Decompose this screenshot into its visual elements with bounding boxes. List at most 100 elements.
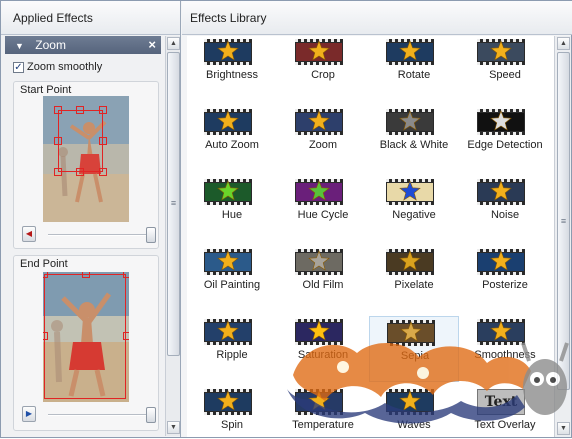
effect-item[interactable]: Auto Zoom	[187, 106, 277, 172]
crop-handle[interactable]	[99, 168, 107, 176]
film-perforation	[477, 272, 525, 275]
effect-item[interactable]: Hue Cycle	[278, 176, 368, 242]
effect-item[interactable]: Pixelate	[369, 246, 459, 312]
film-thumbnail-icon	[204, 389, 252, 415]
collapse-icon[interactable]: ▼	[15, 41, 24, 51]
start-crop-rect[interactable]	[58, 110, 103, 172]
effect-item[interactable]: Smoothness	[460, 316, 550, 382]
applied-effects-panel: Applied Effects ▼ Zoom × ✓ Zoom smoothly…	[1, 1, 181, 437]
applied-effect-label: Zoom	[35, 38, 66, 52]
effects-library-title: Effects Library	[182, 1, 572, 35]
film-thumbnail-icon	[204, 249, 252, 275]
crop-handle[interactable]	[54, 168, 62, 176]
effect-item[interactable]: Spin	[187, 386, 277, 437]
left-scrollbar-thumb[interactable]: ≡	[167, 52, 180, 356]
effect-label: Oil Painting	[203, 279, 261, 291]
effect-label: Ripple	[216, 349, 248, 361]
film-thumbnail-icon	[295, 109, 343, 135]
effect-item[interactable]: Oil Painting	[187, 246, 277, 312]
crop-handle[interactable]	[76, 106, 84, 114]
zoom-smoothly-option[interactable]: ✓ Zoom smoothly	[13, 61, 102, 73]
effect-item[interactable]: Sepia	[369, 316, 459, 382]
end-crop-rect[interactable]	[44, 274, 126, 399]
effect-item[interactable]: Rotate	[369, 36, 459, 102]
effect-item[interactable]: Negative	[369, 176, 459, 242]
star-icon	[217, 320, 239, 341]
crop-handle[interactable]	[43, 272, 48, 278]
crop-handle[interactable]	[43, 332, 48, 340]
effect-item[interactable]: Crop	[278, 36, 368, 102]
film-perforation	[204, 272, 252, 275]
star-icon	[217, 390, 239, 411]
crop-handle[interactable]	[99, 137, 107, 145]
end-slider-track[interactable]	[48, 414, 150, 416]
effect-item[interactable]: Temperature	[278, 386, 368, 437]
effect-label: Noise	[490, 209, 520, 221]
effect-item[interactable]: Edge Detection	[460, 106, 550, 172]
applied-effect-header-zoom[interactable]: ▼ Zoom ×	[5, 36, 161, 54]
crop-handle[interactable]	[82, 272, 90, 278]
film-perforation	[386, 62, 434, 65]
film-thumbnail-icon	[386, 389, 434, 415]
film-perforation	[295, 412, 343, 415]
film-perforation	[386, 412, 434, 415]
effect-item[interactable]: Posterize	[460, 246, 550, 312]
effect-item[interactable]: Brightness	[187, 36, 277, 102]
effect-item[interactable]: Old Film	[278, 246, 368, 312]
star-icon	[308, 250, 330, 271]
film-thumbnail-icon	[477, 109, 525, 135]
star-icon	[399, 180, 421, 201]
film-perforation	[477, 62, 525, 65]
star-icon	[217, 40, 239, 61]
film-perforation	[386, 272, 434, 275]
film-thumbnail-icon	[477, 249, 525, 275]
library-scrollbar[interactable]: ▲ ≡ ▼	[554, 36, 571, 437]
crop-handle[interactable]	[123, 332, 129, 340]
scroll-down-icon[interactable]: ▼	[167, 421, 180, 434]
film-perforation	[204, 62, 252, 65]
star-icon	[399, 110, 421, 131]
crop-handle[interactable]	[123, 272, 129, 278]
end-point-title: End Point	[20, 258, 68, 270]
scroll-up-icon[interactable]: ▲	[167, 37, 180, 50]
film-thumbnail-icon	[204, 109, 252, 135]
scroll-up-icon[interactable]: ▲	[557, 37, 570, 50]
effect-item[interactable]: Waves	[369, 386, 459, 437]
effect-item[interactable]: Zoom	[278, 106, 368, 172]
text-overlay-thumbnail: Text	[477, 389, 525, 415]
star-icon	[400, 321, 422, 342]
end-slider-knob[interactable]	[146, 407, 156, 423]
effect-item[interactable]: Noise	[460, 176, 550, 242]
effect-item[interactable]: Hue	[187, 176, 277, 242]
effect-label: Saturation	[297, 349, 349, 361]
effect-item[interactable]: Speed	[460, 36, 550, 102]
effect-item[interactable]: Saturation	[278, 316, 368, 382]
end-point-go-icon[interactable]: ▶	[22, 406, 36, 422]
zoom-smoothly-checkbox[interactable]: ✓	[13, 61, 24, 73]
effect-label: Sepia	[400, 350, 430, 362]
effect-label: Hue	[221, 209, 243, 221]
effects-window: Applied Effects ▼ Zoom × ✓ Zoom smoothly…	[0, 0, 572, 438]
start-point-go-icon[interactable]: ◀	[22, 226, 36, 242]
close-icon[interactable]: ×	[148, 37, 156, 52]
film-perforation	[387, 343, 435, 346]
effect-item[interactable]: Text Text Overlay	[460, 386, 550, 437]
crop-handle[interactable]	[54, 137, 62, 145]
crop-handle[interactable]	[54, 106, 62, 114]
effect-label: Text Overlay	[474, 419, 536, 431]
start-slider-knob[interactable]	[146, 227, 156, 243]
star-icon	[308, 40, 330, 61]
start-slider-track[interactable]	[48, 234, 150, 236]
effect-item[interactable]: Black & White	[369, 106, 459, 172]
crop-handle[interactable]	[76, 168, 84, 176]
scroll-down-icon[interactable]: ▼	[557, 422, 570, 435]
start-point-title: Start Point	[20, 84, 72, 96]
film-perforation	[477, 132, 525, 135]
left-scrollbar[interactable]: ▲ ≡ ▼	[165, 36, 180, 436]
start-point-slider: ◀	[22, 226, 158, 244]
library-scrollbar-thumb[interactable]: ≡	[557, 52, 570, 390]
zoom-smoothly-label: Zoom smoothly	[27, 61, 103, 73]
crop-handle[interactable]	[99, 106, 107, 114]
effect-item[interactable]: Ripple	[187, 316, 277, 382]
star-icon	[490, 180, 512, 201]
